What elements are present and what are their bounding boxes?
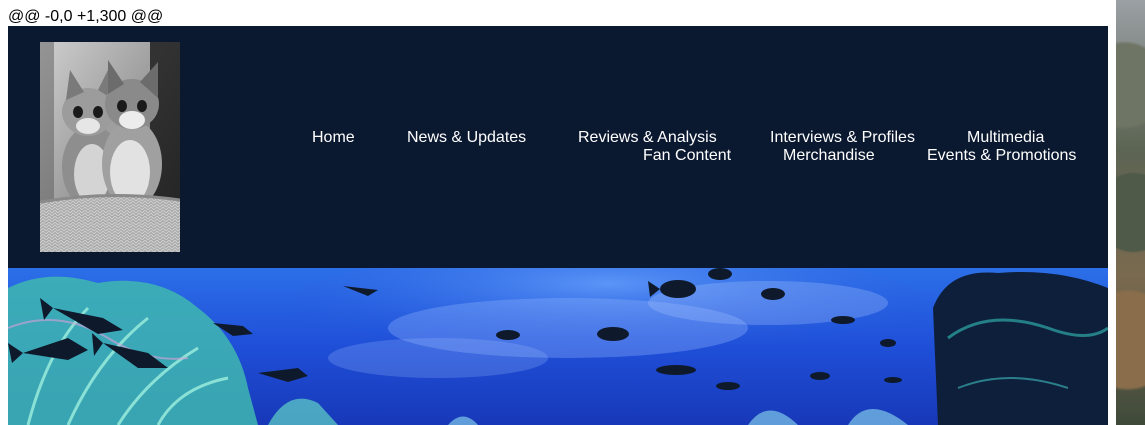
nav-news-updates[interactable]: News & Updates	[407, 129, 526, 147]
nav-merchandise[interactable]: Merchandise	[783, 147, 875, 165]
nav-interviews-profiles[interactable]: Interviews & Profiles	[770, 129, 915, 147]
main-nav: Home News & Updates Reviews & Analysis I…	[8, 26, 1108, 268]
page: @@ -0,0 +1,300 @@ Home News & Updates Re…	[0, 0, 1145, 425]
nav-reviews-analysis[interactable]: Reviews & Analysis	[578, 129, 717, 147]
banner-underwater-image	[8, 268, 1108, 425]
nav-multimedia[interactable]: Multimedia	[967, 129, 1044, 147]
diff-header-text: @@ -0,0 +1,300 @@	[8, 8, 164, 25]
nav-fan-content[interactable]: Fan Content	[643, 147, 731, 165]
partial-side-image	[1116, 0, 1145, 425]
nav-events-promotions[interactable]: Events & Promotions	[927, 147, 1076, 165]
site-header: Home News & Updates Reviews & Analysis I…	[8, 26, 1108, 268]
nav-home[interactable]: Home	[312, 129, 355, 147]
